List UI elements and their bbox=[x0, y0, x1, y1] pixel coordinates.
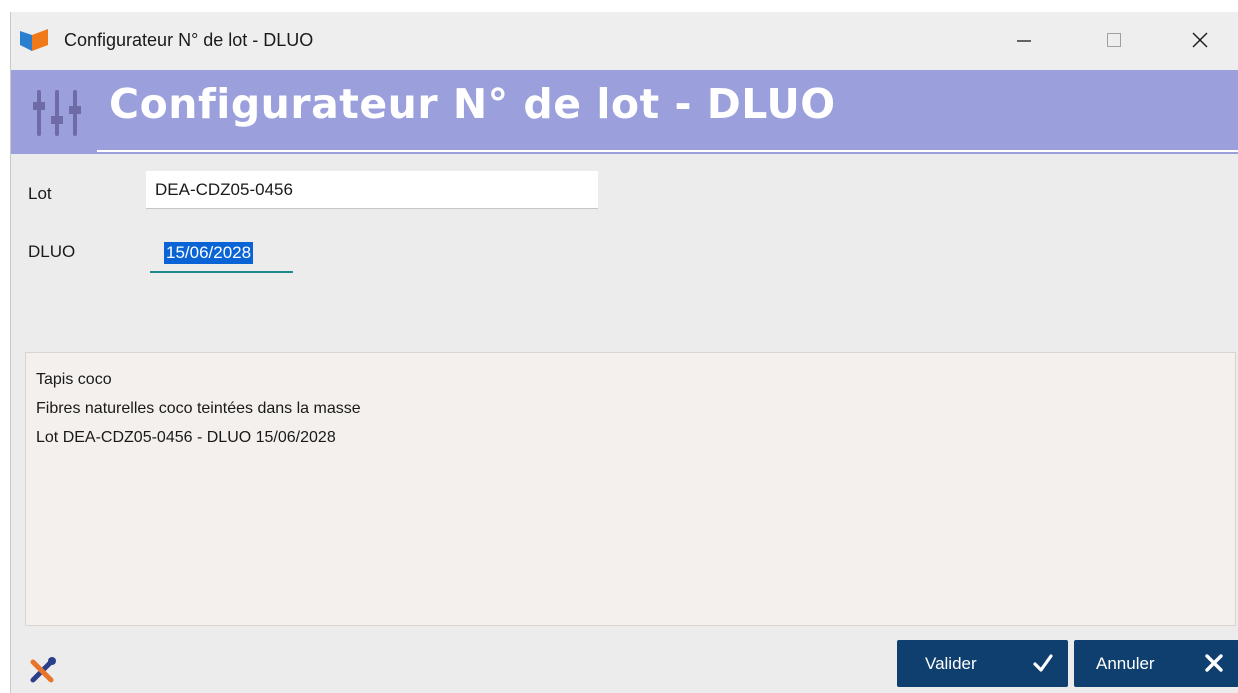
maximize-icon bbox=[1107, 33, 1121, 47]
maximize-button[interactable] bbox=[1091, 20, 1137, 60]
annuler-button[interactable]: Annuler bbox=[1074, 640, 1238, 687]
annuler-label: Annuler bbox=[1096, 653, 1155, 673]
dluo-label: DLUO bbox=[28, 242, 76, 261]
tools-icon[interactable] bbox=[27, 654, 59, 686]
header-banner: Configurateur N° de lot - DLUO bbox=[11, 70, 1238, 154]
lot-label: Lot bbox=[28, 184, 52, 203]
app-logo-icon bbox=[20, 29, 48, 51]
valider-label: Valider bbox=[925, 653, 977, 673]
header-divider bbox=[97, 150, 1238, 152]
close-button[interactable] bbox=[1177, 20, 1223, 60]
description-line: Tapis coco bbox=[36, 371, 112, 388]
minimize-icon bbox=[1017, 40, 1031, 42]
cancel-icon bbox=[1205, 654, 1223, 672]
window-title: Configurateur N° de lot - DLUO bbox=[64, 30, 314, 50]
sliders-icon bbox=[33, 90, 81, 136]
title-bar: Configurateur N° de lot - DLUO bbox=[11, 12, 1238, 70]
dluo-input[interactable]: 15/06/2028 bbox=[150, 235, 293, 273]
lot-input[interactable]: DEA-CDZ05-0456 bbox=[146, 171, 598, 209]
description-textarea[interactable]: Tapis coco Fibres naturelles coco teinté… bbox=[25, 352, 1236, 626]
dluo-selected-text: 15/06/2028 bbox=[164, 242, 254, 264]
checkmark-icon bbox=[1033, 654, 1053, 672]
dialog-window: Configurateur N° de lot - DLUO Configura… bbox=[10, 12, 1238, 693]
description-line: Lot DEA-CDZ05-0456 - DLUO 15/06/2028 bbox=[36, 429, 336, 446]
close-icon bbox=[1192, 32, 1208, 48]
page-title: Configurateur N° de lot - DLUO bbox=[109, 80, 836, 128]
minimize-button[interactable] bbox=[1001, 20, 1047, 60]
valider-button[interactable]: Valider bbox=[897, 640, 1068, 687]
description-line: Fibres naturelles coco teintées dans la … bbox=[36, 400, 361, 417]
